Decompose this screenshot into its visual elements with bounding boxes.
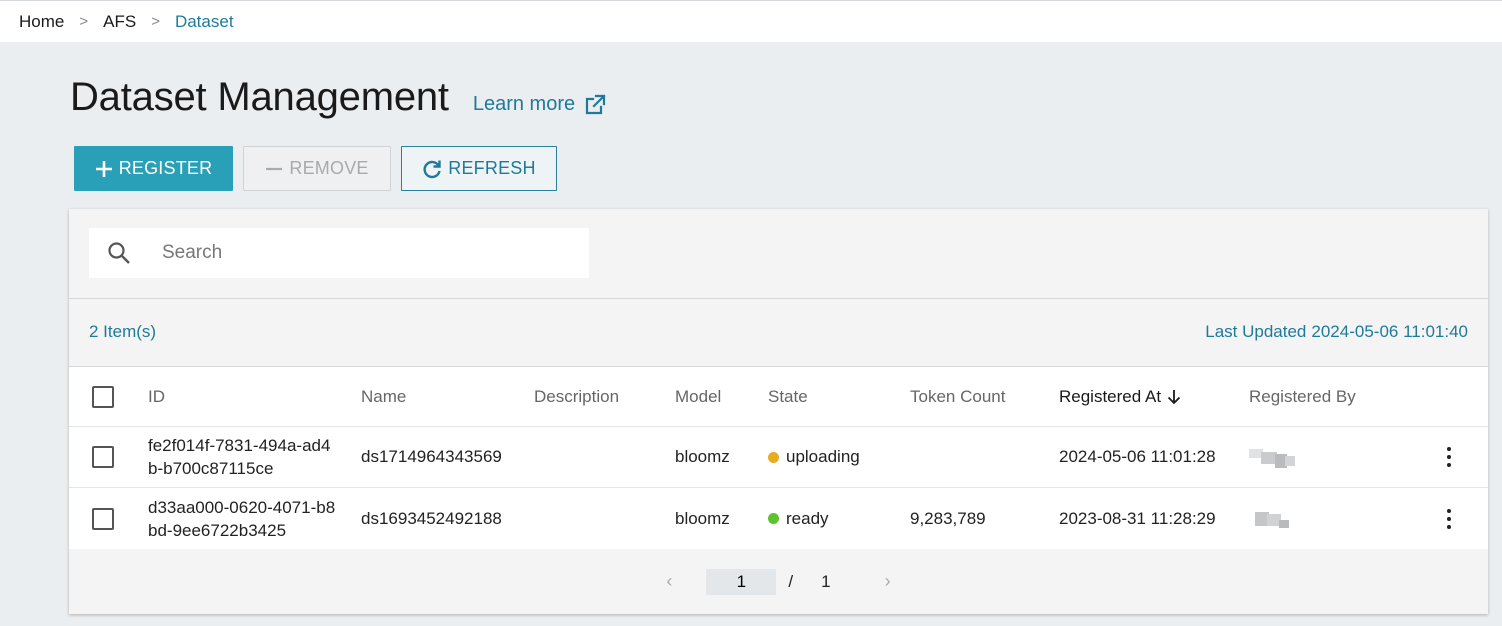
items-count: 2 Item(s) xyxy=(89,322,157,341)
kebab-menu-icon xyxy=(1439,507,1459,531)
remove-label: REMOVE xyxy=(289,158,369,178)
cell-model: bloomz xyxy=(675,447,730,466)
divider xyxy=(69,298,1488,299)
cell-state: uploading xyxy=(768,427,860,487)
cell-id: fe2f014f-7831-494a-ad4b-b700c87115ce xyxy=(148,436,331,478)
breadcrumb-home[interactable]: Home xyxy=(19,12,64,32)
next-page-button[interactable]: › xyxy=(885,571,891,592)
pagination: ‹ / 1 › xyxy=(69,549,1488,614)
cell-token-count: 9,283,789 xyxy=(910,508,986,528)
column-header-name[interactable]: Name xyxy=(361,367,406,426)
row-menu-button[interactable] xyxy=(1439,427,1459,487)
column-header-registered-at[interactable]: Registered At xyxy=(1059,367,1181,426)
cell-registered-by xyxy=(1249,488,1295,549)
page-title: Dataset Management xyxy=(70,75,449,119)
table-row[interactable]: fe2f014f-7831-494a-ad4b-b700c87115ce ds1… xyxy=(69,427,1488,488)
state-label: uploading xyxy=(786,447,860,466)
column-header-id[interactable]: ID xyxy=(148,367,338,426)
cell-state: ready xyxy=(768,488,829,549)
page-number-input[interactable] xyxy=(706,568,777,595)
refresh-label: REFRESH xyxy=(448,158,536,178)
select-all-checkbox[interactable] xyxy=(92,385,114,408)
cell-model: bloomz xyxy=(675,508,730,528)
redacted-user xyxy=(1249,508,1295,530)
column-header-state[interactable]: State xyxy=(768,367,808,426)
cell-name: ds1714964343569 xyxy=(361,447,502,466)
row-menu-button[interactable] xyxy=(1439,488,1459,549)
register-button[interactable]: REGISTER xyxy=(74,146,233,191)
column-header-description[interactable]: Description xyxy=(534,367,619,426)
toolbar: REGISTER REMOVE REFRESH xyxy=(74,146,557,191)
breadcrumb-separator: > xyxy=(151,13,160,30)
redacted-user xyxy=(1249,446,1295,468)
register-label: REGISTER xyxy=(118,158,213,178)
state-label: ready xyxy=(786,508,829,528)
breadcrumb-dataset: Dataset xyxy=(174,11,234,31)
registered-at-label: Registered At xyxy=(1059,386,1162,406)
breadcrumb-separator: > xyxy=(79,13,89,30)
page-separator: / xyxy=(788,571,794,591)
prev-page-button[interactable]: ‹ xyxy=(666,571,672,592)
breadcrumb-afs[interactable]: AFS xyxy=(103,12,136,32)
table-row[interactable]: d33aa000-0620-4071-b8bd-9ee6722b3425 ds1… xyxy=(69,488,1488,549)
cell-registered-at: 2023-08-31 11:28:29 xyxy=(1059,508,1216,528)
plus-icon xyxy=(95,160,113,178)
kebab-menu-icon xyxy=(1439,445,1459,469)
minus-icon xyxy=(265,160,283,178)
remove-button[interactable]: REMOVE xyxy=(243,146,391,191)
cell-registered-at: 2024-05-06 11:01:28 xyxy=(1059,447,1216,466)
learn-more-link[interactable]: Learn more xyxy=(473,93,607,117)
last-updated: Last Updated 2024-05-06 11:01:40 xyxy=(1205,322,1468,342)
cell-registered-by xyxy=(1249,427,1295,487)
column-header-registered-by[interactable]: Registered By xyxy=(1249,367,1356,426)
external-link-icon xyxy=(586,93,606,114)
refresh-button[interactable]: REFRESH xyxy=(401,146,557,191)
row-checkbox[interactable] xyxy=(92,446,114,468)
column-header-token-count[interactable]: Token Count xyxy=(910,367,1005,426)
search-icon xyxy=(107,241,131,265)
cell-id: d33aa000-0620-4071-b8bd-9ee6722b3425 xyxy=(148,497,336,540)
learn-more-label: Learn more xyxy=(472,93,576,115)
last-updated-label: Last Updated xyxy=(1205,322,1307,341)
search-input[interactable] xyxy=(162,242,562,264)
refresh-icon xyxy=(422,159,442,179)
breadcrumb: Home > AFS > Dataset xyxy=(0,0,1502,42)
status-dot xyxy=(768,513,779,524)
page-header: Dataset Management Learn more xyxy=(70,75,607,120)
row-checkbox[interactable] xyxy=(92,507,114,530)
table-header-row: ID Name Description Model State Token Co… xyxy=(69,367,1488,427)
total-pages: 1 xyxy=(821,571,831,591)
search-box xyxy=(89,228,589,278)
cell-name: ds1693452492188 xyxy=(361,508,502,528)
arrow-down-icon xyxy=(1167,389,1181,405)
status-dot xyxy=(768,451,779,463)
dataset-card: 2 Item(s) Last Updated2024-05-06 11:01:4… xyxy=(69,209,1488,614)
column-header-model[interactable]: Model xyxy=(675,367,721,426)
last-updated-value: 2024-05-06 11:01:40 xyxy=(1311,322,1468,341)
dataset-table: ID Name Description Model State Token Co… xyxy=(69,366,1488,549)
